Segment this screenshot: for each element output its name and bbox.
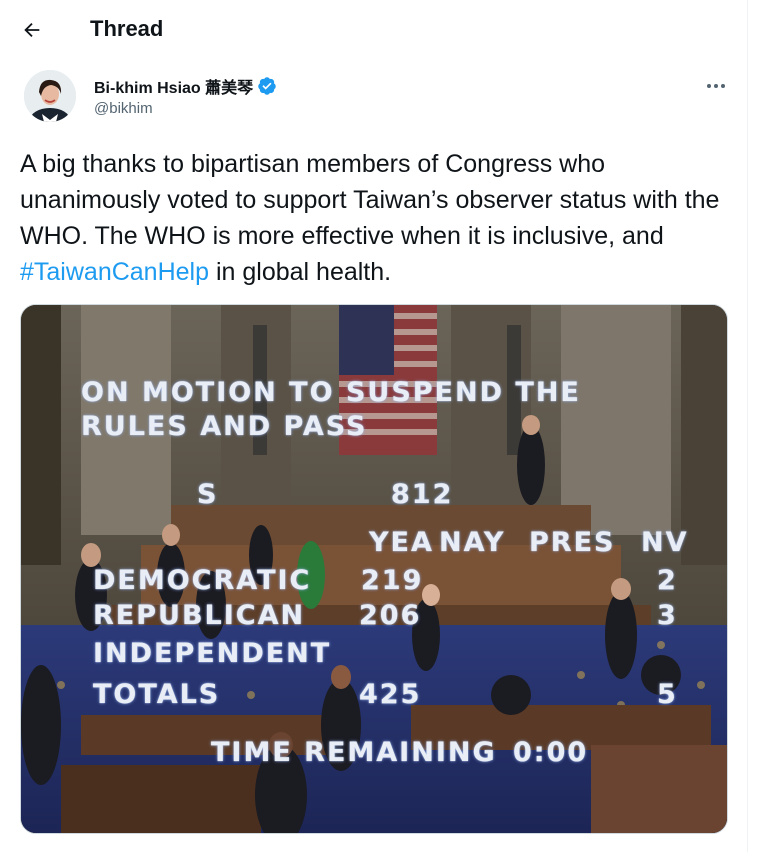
row-nv-democratic: 2 — [657, 565, 678, 596]
more-dot — [721, 84, 725, 88]
row-yea-republican: 206 — [359, 600, 422, 631]
row-nv-republican: 3 — [657, 600, 678, 631]
verified-badge-icon — [258, 77, 276, 95]
col-header-yea: YEA — [369, 527, 434, 558]
row-yea-democratic: 219 — [361, 565, 424, 596]
arrow-left-icon — [24, 22, 40, 38]
time-remaining-label: TIME REMAINING — [211, 737, 497, 768]
more-options-button[interactable] — [700, 70, 732, 102]
avatar[interactable] — [24, 70, 76, 122]
col-header-nay: NAY — [439, 527, 506, 558]
thread-header: Thread — [0, 0, 747, 60]
back-button[interactable] — [14, 12, 50, 48]
row-yea-totals: 425 — [359, 679, 422, 710]
page-title: Thread — [90, 16, 164, 41]
board-s-value: 812 — [391, 479, 454, 510]
author-display-name[interactable]: Bi-khim Hsiao 蕭美琴 — [94, 74, 253, 98]
avatar-image — [24, 70, 76, 122]
col-header-pres: PRES — [529, 527, 616, 558]
row-party-republican: REPUBLICAN — [93, 600, 306, 631]
hashtag-link[interactable]: #TaiwanCanHelp — [20, 258, 209, 286]
board-s-label: S — [197, 479, 219, 510]
tweet-photo[interactable]: ON MOTION TO SUSPEND THE RULES AND PASS … — [20, 304, 728, 834]
tweet-text-body: A big thanks to bipartisan members of Co… — [20, 150, 720, 250]
author-name-row: Bi-khim Hsiao 蕭美琴 — [94, 74, 277, 98]
time-remaining-value: 0:00 — [513, 737, 589, 768]
author-handle[interactable]: @bikhim — [94, 100, 153, 117]
row-nv-totals: 5 — [657, 679, 678, 710]
motion-line-2: RULES AND PASS — [81, 411, 368, 442]
more-horizontal-icon — [707, 84, 711, 88]
motion-line-1: ON MOTION TO SUSPEND THE — [81, 377, 581, 408]
tweet-text-tail: in global health. — [209, 258, 392, 286]
timeline-border — [747, 0, 748, 852]
row-party-totals: TOTALS — [93, 679, 221, 710]
tweet-text: A big thanks to bipartisan members of Co… — [20, 146, 735, 290]
col-header-nv: NV — [641, 527, 689, 558]
row-party-independent: INDEPENDENT — [93, 638, 332, 669]
more-dot — [714, 84, 718, 88]
row-party-democratic: DEMOCRATIC — [93, 565, 312, 596]
